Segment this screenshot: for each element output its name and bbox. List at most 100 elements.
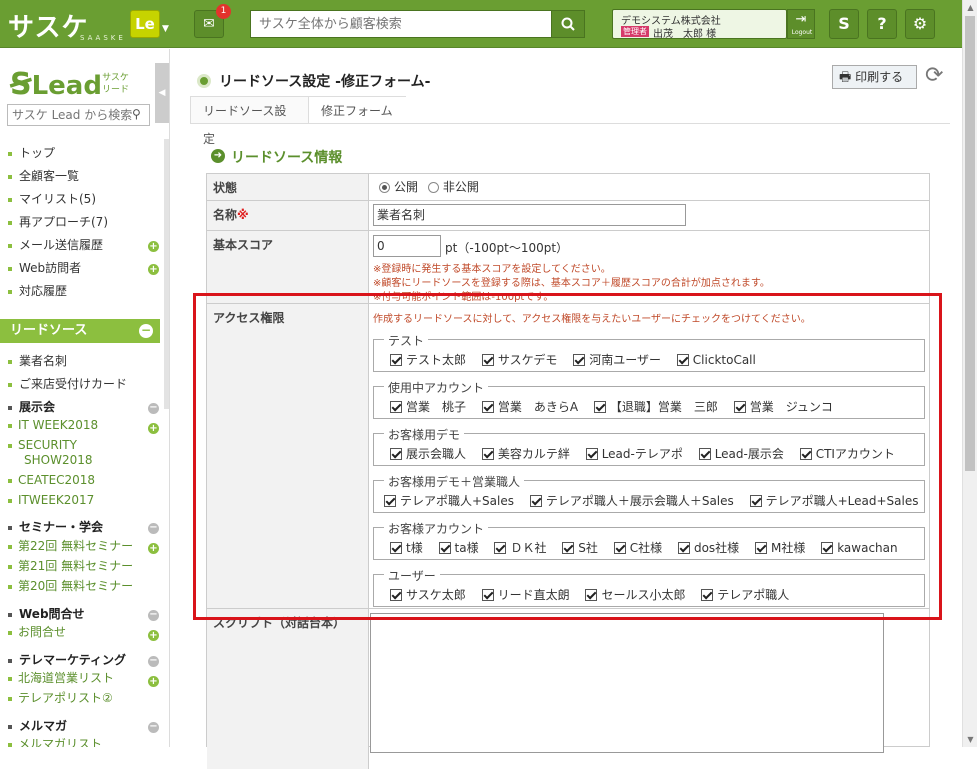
sidebar-group-title[interactable]: 展示会 — [8, 398, 55, 415]
search-icon[interactable] — [551, 10, 585, 38]
user-checkbox[interactable] — [573, 353, 586, 366]
user-checkbox[interactable] — [698, 447, 711, 460]
saaske-icon[interactable]: S — [829, 9, 859, 39]
user-checkbox[interactable] — [585, 447, 598, 460]
user-checkbox[interactable] — [755, 541, 767, 554]
chevron-down-icon[interactable]: ▼ — [162, 24, 169, 34]
collapse-icon[interactable]: − — [148, 610, 159, 621]
collapse-icon[interactable]: − — [148, 523, 159, 534]
user-checkbox[interactable] — [613, 541, 626, 554]
plus-icon[interactable]: + — [148, 423, 159, 434]
sidebar-item-reapproach[interactable]: 再アプローチ(7) — [8, 213, 108, 230]
script-textarea[interactable] — [370, 613, 884, 753]
sidebar-subitem[interactable]: ITWEEK2017 — [8, 493, 94, 508]
user-checkbox[interactable] — [733, 400, 746, 413]
lead-logo-sub: サスケ リード — [102, 73, 130, 95]
sidebar-subitem[interactable]: SHOW2018 — [24, 453, 93, 468]
status-radio-private[interactable] — [427, 182, 439, 193]
logout-button[interactable]: ⇥ Logout — [787, 9, 815, 39]
sidebar-subitem[interactable]: 北海道営業リスト — [8, 671, 114, 686]
breadcrumb-item[interactable]: リードソース設定 — [190, 96, 308, 146]
collapse-icon[interactable]: − — [148, 656, 159, 667]
sidebar-item-mail-history[interactable]: メール送信履歴 — [8, 236, 103, 253]
user-checkbox[interactable] — [749, 494, 762, 507]
global-search-input[interactable] — [250, 10, 552, 38]
user-checkbox[interactable] — [390, 541, 402, 554]
sidebar-subitem[interactable]: CEATEC2018 — [8, 473, 95, 488]
sidebar-item-leadsource[interactable]: ご来店受付けカード — [8, 375, 127, 392]
user-checkbox[interactable] — [585, 588, 598, 601]
search-icon[interactable]: ⚲ — [132, 107, 141, 121]
user-info[interactable]: デモシステム株式会社 管理者 出茂 太郎 様 — [612, 9, 787, 40]
sidebar-search-input[interactable] — [7, 104, 150, 126]
user-checkbox[interactable] — [821, 541, 834, 554]
scroll-thumb[interactable] — [965, 16, 975, 471]
sidebar-subitem[interactable]: IT WEEK2018 — [8, 418, 98, 433]
lead-logo[interactable]: ꞨLead — [10, 67, 102, 102]
user-checkbox[interactable] — [481, 588, 494, 601]
sidebar-scrollbar[interactable] — [164, 139, 169, 409]
user-checkbox[interactable] — [481, 353, 494, 366]
plus-icon[interactable]: + — [148, 264, 159, 275]
collapse-icon[interactable]: − — [139, 324, 153, 338]
score-field: 0 pt（-100pt〜100pt） ※登録時に発生する基本スコアを設定してくだ… — [369, 231, 929, 304]
collapse-icon[interactable]: − — [148, 722, 159, 733]
name-input[interactable]: 業者名刺 — [373, 204, 686, 226]
user-checkbox[interactable] — [701, 588, 714, 601]
status-radio-public[interactable] — [379, 182, 390, 193]
gear-icon[interactable]: ⚙ — [905, 9, 935, 39]
user-checkbox[interactable] — [390, 447, 402, 460]
help-icon[interactable]: ? — [867, 9, 897, 39]
sidebar-section-leadsource[interactable]: リードソース − — [0, 319, 160, 343]
plus-icon[interactable]: + — [148, 241, 159, 252]
user-checkbox[interactable] — [799, 447, 812, 460]
user-checkbox[interactable] — [593, 400, 606, 413]
sidebar-item-top[interactable]: トップ — [8, 144, 55, 161]
arrow-right-icon: ➜ — [211, 149, 225, 163]
sidebar-group-title[interactable]: Web問合せ — [8, 605, 85, 622]
user-checkbox[interactable] — [481, 447, 494, 460]
sidebar-subitem[interactable]: SECURITY — [8, 438, 77, 453]
sidebar-subitem[interactable]: お問合せ — [8, 625, 66, 640]
sidebar-item-all-customers[interactable]: 全顧客一覧 — [8, 167, 79, 184]
sidebar-item-web-visitors[interactable]: Web訪問者 — [8, 259, 81, 276]
user-checkbox[interactable] — [390, 400, 402, 413]
sidebar-item-history[interactable]: 対応履歴 — [8, 282, 67, 299]
sidebar-item-mylist[interactable]: マイリスト(5) — [8, 190, 96, 207]
sidebar-subitem[interactable]: メルマガリスト — [8, 737, 102, 747]
score-input[interactable]: 0 — [373, 235, 441, 257]
user-checkbox[interactable] — [438, 541, 451, 554]
scroll-down-icon[interactable]: ▼ — [963, 732, 977, 747]
print-button[interactable]: 🖶 印刷する — [832, 65, 917, 89]
refresh-icon[interactable]: ⟳ — [925, 63, 943, 88]
user-checkbox[interactable] — [494, 541, 507, 554]
user-checkbox[interactable] — [529, 494, 542, 507]
user-checkbox[interactable] — [677, 541, 690, 554]
sidebar-subitem[interactable]: 第21回 無料セミナー — [8, 559, 133, 574]
user-checkbox[interactable] — [676, 353, 689, 366]
sidebar-item-leadsource[interactable]: 業者名刺 — [8, 352, 67, 369]
plus-icon[interactable]: + — [148, 630, 159, 641]
scroll-up-icon[interactable]: ▲ — [963, 0, 977, 15]
app-switch-button[interactable]: Le — [130, 10, 160, 38]
sidebar-subitem[interactable]: 第20回 無料セミナー — [8, 579, 133, 594]
sidebar-subitem[interactable]: テレアポリスト② — [8, 691, 113, 706]
sidebar-collapse-handle[interactable]: ◀ — [155, 63, 169, 123]
page-scrollbar[interactable]: ▲ ▼ — [962, 0, 977, 747]
user-checkbox[interactable] — [562, 541, 575, 554]
collapse-icon[interactable]: − — [148, 403, 159, 414]
app-logo[interactable]: サスケ — [8, 7, 88, 44]
user-checkbox[interactable] — [390, 588, 402, 601]
user-checkbox[interactable] — [384, 494, 396, 507]
user-checkbox[interactable] — [390, 353, 402, 366]
sidebar-group-title[interactable]: メルマガ — [8, 717, 67, 734]
sidebar-group-title[interactable]: テレマーケティング — [8, 651, 126, 668]
user-checkbox[interactable] — [481, 400, 494, 413]
plus-icon[interactable]: + — [148, 676, 159, 687]
sidebar: ꞨLead サスケリード ◀ ⚲ トップ 全顧客一覧 マイリスト(5) 再アプロ… — [0, 49, 170, 747]
sidebar-group-title[interactable]: セミナー・学会 — [8, 518, 103, 535]
user-checkbox-label: 美容カルテ絆 — [497, 447, 570, 461]
sidebar-subitem[interactable]: 第22回 無料セミナー — [8, 539, 133, 554]
plus-icon[interactable]: + — [148, 543, 159, 554]
status-option-label: 公開 — [394, 180, 419, 194]
